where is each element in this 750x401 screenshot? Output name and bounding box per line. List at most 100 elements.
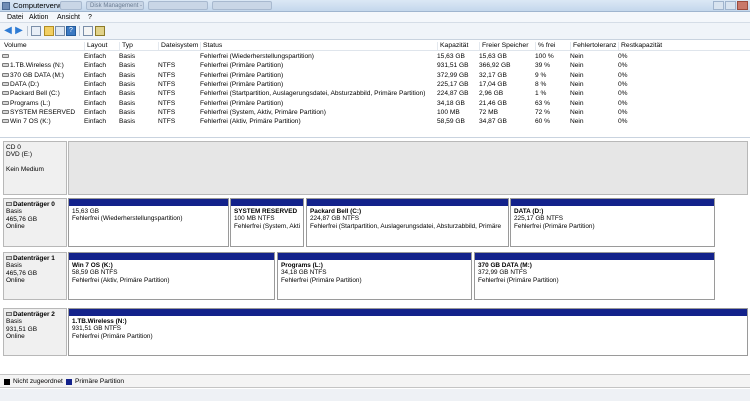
- legend-primary-label: Primäre Partition: [75, 378, 125, 385]
- help-icon[interactable]: ?: [66, 26, 76, 36]
- cell-restkapazitaet: 0%: [618, 118, 628, 126]
- title-bar: Computerverwaltung Disk Management - Pos…: [0, 0, 750, 12]
- partition-programs-l[interactable]: Programs (L:) 34,18 GB NTFS Fehlerfrei (…: [277, 252, 472, 300]
- cell-status: Fehlerfrei (Primäre Partition): [200, 99, 284, 107]
- header-fehlertoleranz[interactable]: Fehlertoleranz: [570, 42, 616, 50]
- console-tree-icon[interactable]: [31, 26, 41, 36]
- primary-partition-bar: [69, 253, 274, 260]
- partition-status: Fehlerfrei (Aktiv, Primäre Partition): [72, 276, 170, 284]
- folder-icon[interactable]: [44, 26, 54, 36]
- volume-row[interactable]: Einfach Basis Fehlerfrei (Wiederherstellun…: [0, 52, 750, 61]
- minimize-button[interactable]: [713, 1, 724, 10]
- volume-row[interactable]: 370 GB DATA (M:) Einfach Basis NTFS Fehlerfr…: [0, 71, 750, 80]
- cell-layout: Einfach: [84, 71, 106, 79]
- header-status[interactable]: Status: [200, 42, 222, 50]
- primary-partition-bar: [69, 309, 747, 316]
- header-volume[interactable]: Volume: [2, 42, 27, 50]
- cell-volume: DATA (D:): [2, 80, 39, 89]
- disk-1-label[interactable]: Datenträger 1 Basis 465,76 GB Online: [3, 252, 67, 300]
- cell-kapazitaet: 931,51 GB: [437, 62, 469, 70]
- cell-restkapazitaet: 0%: [618, 108, 628, 116]
- close-button[interactable]: [737, 1, 748, 10]
- toolbar: ◀ ▶ ?: [0, 23, 750, 40]
- cell-restkapazitaet: 0%: [618, 90, 628, 98]
- disk-icon: [6, 202, 12, 206]
- cell-dateisystem: NTFS: [158, 71, 176, 79]
- partition-size: 58,59 GB NTFS: [72, 269, 118, 277]
- volume-row[interactable]: SYSTEM RESERVED Einfach Basis NTFS Fehlerfre…: [0, 108, 750, 117]
- cell-fehlertoleranz: Nein: [570, 62, 584, 70]
- menu-ansicht[interactable]: Ansicht: [57, 14, 80, 21]
- primary-partition-bar: [231, 199, 303, 206]
- cell-layout: Einfach: [84, 118, 106, 126]
- volume-row[interactable]: DATA (D:) Einfach Basis NTFS Fehlerfrei (Pri…: [0, 80, 750, 89]
- header-prozent-frei[interactable]: % frei: [535, 42, 555, 50]
- header-layout[interactable]: Layout: [84, 42, 107, 50]
- legend-primary-swatch: [66, 379, 72, 385]
- cd-drive-letter: DVD (E:): [6, 151, 32, 159]
- cd-drive-label[interactable]: CD 0 DVD (E:) Kein Medium: [3, 141, 67, 195]
- volume-list-header: Volume Layout Typ Dateisystem Status Kap…: [0, 41, 750, 51]
- partition-packard-bell-c[interactable]: Packard Bell (C:) 224,87 GB NTFS Fehlerf…: [306, 198, 509, 247]
- partition-data-d[interactable]: DATA (D:) 225,17 GB NTFS Fehlerfrei (Pri…: [510, 198, 715, 247]
- bg-tab-3[interactable]: [148, 1, 208, 10]
- cd-media-area[interactable]: [68, 141, 748, 195]
- header-dateisystem[interactable]: Dateisystem: [158, 42, 198, 50]
- cell-volume: Win 7 OS (K:): [2, 117, 51, 126]
- menu-datei[interactable]: Datei: [7, 14, 23, 21]
- disk-0-label[interactable]: Datenträger 0 Basis 465,76 GB Online: [3, 198, 67, 247]
- volume-row[interactable]: Programs (L:) Einfach Basis NTFS Fehlerfrei …: [0, 99, 750, 108]
- volume-row[interactable]: Win 7 OS (K:) Einfach Basis NTFS Fehlerfrei …: [0, 117, 750, 126]
- partition-1tb-wireless-n[interactable]: 1.TB.Wireless (N:) 931,51 GB NTFS Fehler…: [68, 308, 748, 356]
- cell-dateisystem: NTFS: [158, 90, 176, 98]
- settings-icon[interactable]: [95, 26, 105, 36]
- disk-size: 931,51 GB: [6, 325, 38, 333]
- primary-partition-bar: [69, 199, 228, 206]
- volume-name: 370 GB DATA (M:): [10, 71, 64, 79]
- partition-status: Fehlerfrei (Primäre Partition): [514, 222, 595, 230]
- menu-help[interactable]: ?: [88, 14, 92, 21]
- maximize-button[interactable]: [725, 1, 736, 10]
- bg-tab-2[interactable]: Disk Management - Post ...: [86, 1, 144, 10]
- volume-drive-icon: [2, 54, 9, 58]
- cell-prozent-frei: 39 %: [535, 62, 551, 70]
- cell-kapazitaet: 225,17 GB: [437, 80, 469, 88]
- cell-prozent-frei: 72 %: [535, 108, 551, 116]
- cell-prozent-frei: 100 %: [535, 53, 554, 60]
- disk-name: Datenträger 2: [13, 311, 55, 318]
- menu-bar: Datei Aktion Ansicht ?: [0, 12, 750, 23]
- header-freier-speicher[interactable]: Freier Speicher: [479, 42, 528, 50]
- properties-icon[interactable]: [55, 26, 65, 36]
- volume-name: Win 7 OS (K:): [10, 118, 51, 126]
- bg-tab-1[interactable]: [60, 1, 82, 10]
- partition-win7-k[interactable]: Win 7 OS (K:) 58,59 GB NTFS Fehlerfrei (…: [68, 252, 275, 300]
- partition-recovery[interactable]: 15,63 GB Fehlerfrei (Wiederherstellungsp…: [68, 198, 229, 247]
- legend-unallocated-label: Nicht zugeordnet: [13, 378, 63, 385]
- partition-name: SYSTEM RESERVED: [234, 208, 298, 215]
- cell-status: Fehlerfrei (Primäre Partition): [200, 62, 284, 70]
- partition-status: Fehlerfrei (Wiederherstellungspartition): [72, 215, 183, 223]
- cell-status: Fehlerfrei (Startpartition, Auslagerungs…: [200, 90, 426, 98]
- partition-370gb-data-m[interactable]: 370 GB DATA (M:) 372,99 GB NTFS Fehlerfr…: [474, 252, 715, 300]
- cell-kapazitaet: 34,18 GB: [437, 99, 465, 107]
- header-restkapazitaet[interactable]: Restkapazität: [618, 42, 662, 50]
- volume-row[interactable]: Packard Bell (C:) Einfach Basis NTFS Fehlerf…: [0, 89, 750, 98]
- header-typ[interactable]: Typ: [119, 42, 133, 50]
- cell-dateisystem: NTFS: [158, 99, 176, 107]
- volume-row[interactable]: 1.TB.Wireless (N:) Einfach Basis NTFS Fehler…: [0, 61, 750, 70]
- bg-tab-4[interactable]: [212, 1, 272, 10]
- volume-name: Programs (L:): [10, 99, 51, 107]
- volume-drive-icon: [2, 100, 9, 105]
- primary-partition-bar: [511, 199, 714, 206]
- cell-freier-speicher: 21,46 GB: [479, 99, 507, 107]
- partition-system-reserved[interactable]: SYSTEM RESERVED 100 MB NTFS Fehlerfrei (…: [230, 198, 304, 247]
- toolbar-separator: [79, 26, 80, 36]
- forward-arrow-icon[interactable]: ▶: [14, 26, 24, 36]
- back-arrow-icon[interactable]: ◀: [3, 26, 13, 36]
- disk-icon[interactable]: [83, 26, 93, 36]
- cell-typ: Basis: [119, 108, 136, 116]
- disk-2-label[interactable]: Datenträger 2 Basis 931,51 GB Online: [3, 308, 67, 356]
- menu-aktion[interactable]: Aktion: [29, 14, 48, 21]
- header-kapazitaet[interactable]: Kapazität: [437, 42, 468, 50]
- cell-typ: Basis: [119, 118, 136, 126]
